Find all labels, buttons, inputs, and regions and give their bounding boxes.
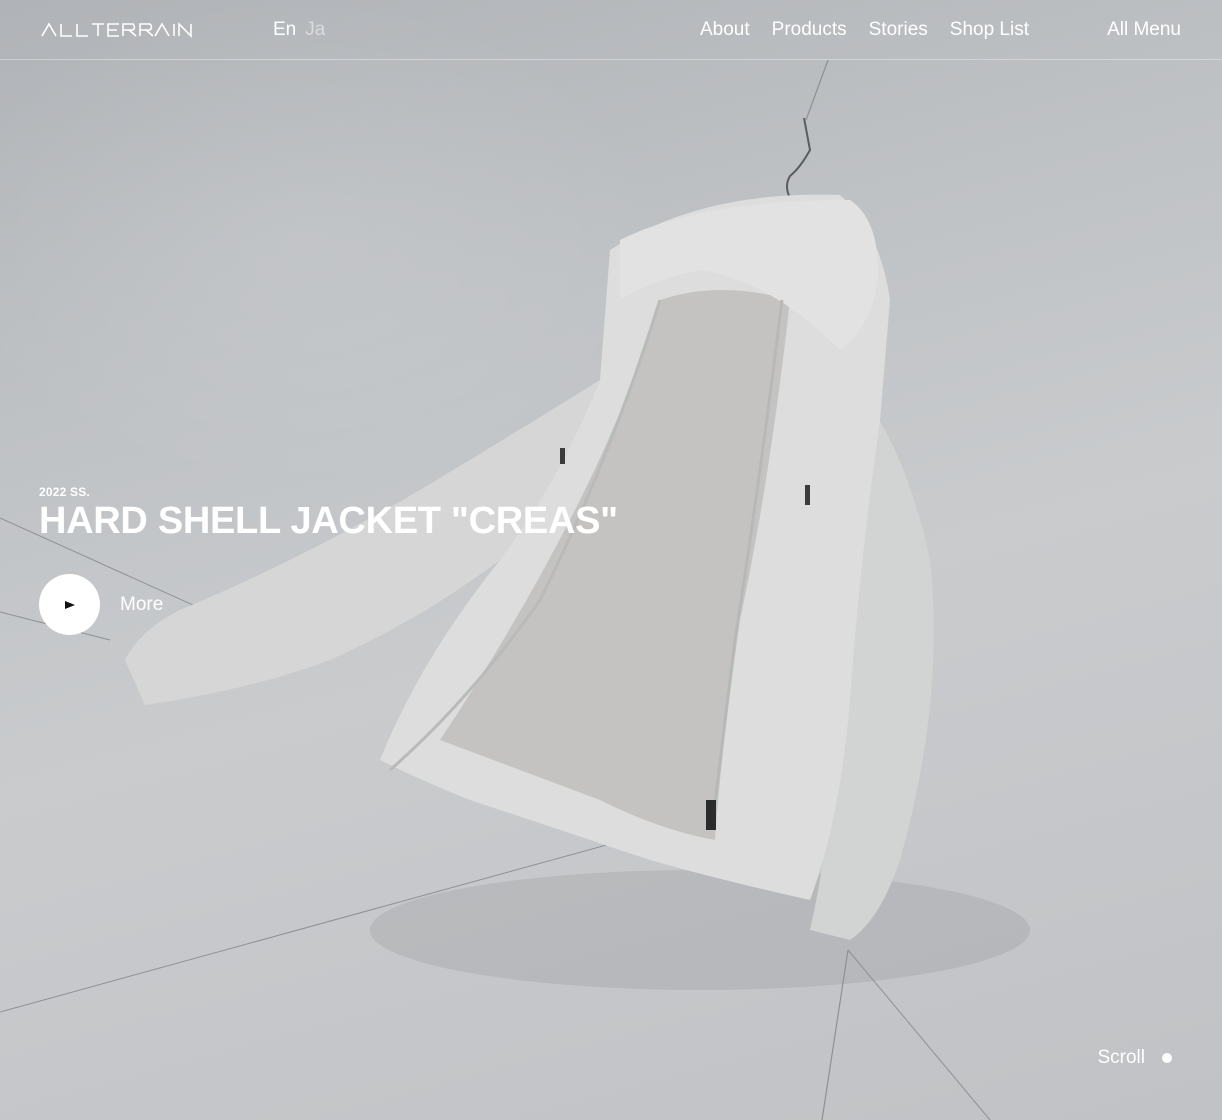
- main-nav: About Products Stories Shop List: [700, 19, 1029, 41]
- language-switcher: En Ja: [273, 19, 325, 41]
- nav-item-shop-list[interactable]: Shop List: [950, 19, 1029, 41]
- site-header: En Ja About Products Stories Shop List A…: [0, 0, 1222, 60]
- more-button[interactable]: More: [39, 574, 163, 635]
- play-icon: [64, 600, 75, 609]
- allterrain-logo[interactable]: [41, 22, 193, 38]
- nav-item-products[interactable]: Products: [772, 19, 847, 41]
- product-title: HARD SHELL JACKET "CREAS": [39, 500, 618, 542]
- more-label[interactable]: More: [120, 594, 163, 616]
- all-menu-button[interactable]: All Menu: [1107, 19, 1181, 41]
- season-label: 2022 SS.: [39, 485, 90, 499]
- nav-item-stories[interactable]: Stories: [869, 19, 928, 41]
- language-option-en[interactable]: En: [273, 19, 296, 41]
- jacket-illustration: [0, 59, 1030, 1120]
- scroll-dot-icon: [1162, 1053, 1172, 1063]
- nav-item-about[interactable]: About: [700, 19, 750, 41]
- logo-wordmark-icon: [41, 22, 192, 38]
- language-option-ja[interactable]: Ja: [305, 19, 325, 41]
- hero-background-image: [0, 0, 1222, 1120]
- play-button[interactable]: [39, 574, 100, 635]
- scroll-label: Scroll: [1097, 1047, 1145, 1068]
- scroll-indicator[interactable]: Scroll: [1097, 1047, 1172, 1069]
- hero-caption: 2022 SS. HARD SHELL JACKET "CREAS": [39, 485, 618, 542]
